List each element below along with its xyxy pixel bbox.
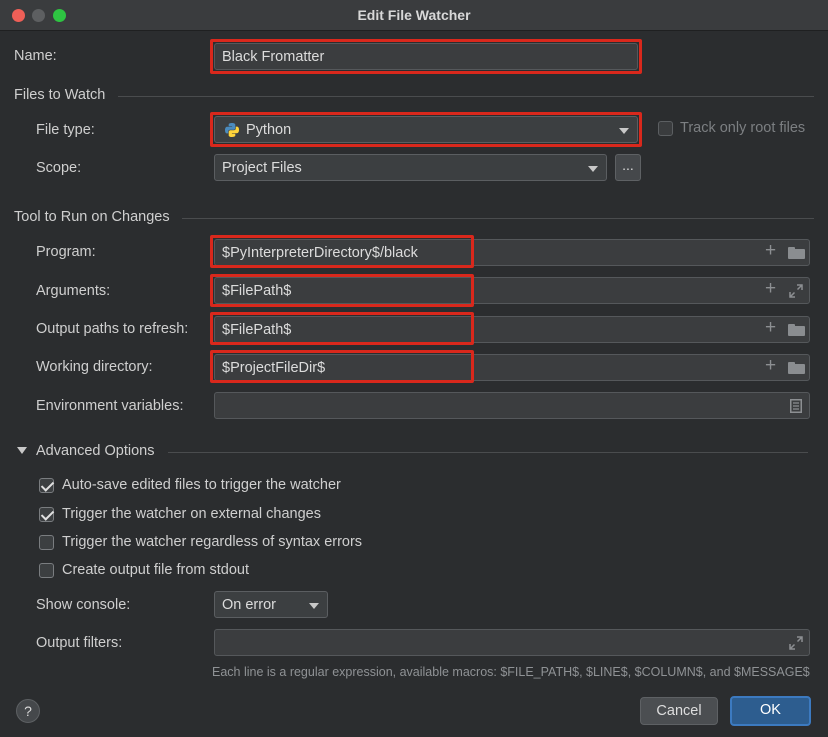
chevron-down-icon bbox=[588, 166, 598, 172]
folder-icon[interactable] bbox=[788, 362, 805, 374]
name-value: Black Fromatter bbox=[222, 49, 325, 65]
show-console-select[interactable]: On error bbox=[214, 591, 328, 618]
python-icon bbox=[224, 122, 240, 138]
external-changes-label: Trigger the watcher on external changes bbox=[62, 506, 321, 522]
files-to-watch-heading: Files to Watch bbox=[14, 87, 106, 103]
output-paths-label: Output paths to refresh: bbox=[36, 321, 189, 337]
collapse-triangle-icon[interactable] bbox=[17, 447, 27, 454]
external-changes-checkbox[interactable] bbox=[39, 507, 54, 522]
syntax-errors-label: Trigger the watcher regardless of syntax… bbox=[62, 534, 363, 550]
output-filters-field[interactable] bbox=[214, 629, 810, 656]
show-console-label: Show console: bbox=[36, 597, 131, 613]
tool-to-run-separator bbox=[182, 218, 814, 219]
scope-label: Scope: bbox=[36, 160, 82, 176]
scope-select[interactable]: Project Files bbox=[214, 154, 607, 181]
environment-variables-label: Environment variables: bbox=[36, 398, 184, 414]
working-directory-label: Working directory: bbox=[36, 359, 153, 375]
insert-macro-icon[interactable]: + bbox=[765, 318, 776, 337]
arguments-label: Arguments: bbox=[36, 283, 111, 299]
chevron-down-icon bbox=[309, 603, 319, 609]
expand-icon[interactable] bbox=[789, 636, 803, 650]
help-button[interactable]: ? bbox=[16, 699, 40, 723]
expand-icon[interactable] bbox=[789, 284, 803, 298]
insert-macro-icon[interactable]: + bbox=[765, 279, 776, 298]
advanced-options-heading[interactable]: Advanced Options bbox=[36, 443, 155, 459]
track-root-label: Track only root files bbox=[680, 120, 806, 136]
auto-save-label: Auto-save edited files to trigger the wa… bbox=[62, 477, 341, 493]
output-filters-hint: Each line is a regular expression, avail… bbox=[212, 665, 810, 679]
stdout-output-checkbox[interactable] bbox=[39, 563, 54, 578]
program-value: $PyInterpreterDirectory$/black bbox=[222, 245, 418, 261]
syntax-errors-checkbox[interactable] bbox=[39, 535, 54, 550]
file-type-select[interactable]: Python bbox=[214, 116, 638, 143]
program-field[interactable]: $PyInterpreterDirectory$/black + bbox=[214, 239, 810, 266]
document-icon[interactable] bbox=[790, 399, 802, 413]
show-console-value: On error bbox=[222, 597, 276, 613]
output-paths-value: $FilePath$ bbox=[222, 322, 292, 338]
files-to-watch-separator bbox=[118, 96, 814, 97]
insert-macro-icon[interactable]: + bbox=[765, 356, 776, 375]
output-filters-label: Output filters: bbox=[36, 635, 123, 651]
output-paths-field[interactable]: $FilePath$ + bbox=[214, 316, 810, 343]
scope-value: Project Files bbox=[222, 160, 302, 176]
folder-icon[interactable] bbox=[788, 324, 805, 336]
file-type-label: File type: bbox=[36, 122, 95, 138]
arguments-value: $FilePath$ bbox=[222, 283, 292, 299]
arguments-field[interactable]: $FilePath$ + bbox=[214, 277, 810, 304]
program-label: Program: bbox=[36, 244, 96, 260]
name-field[interactable]: Black Fromatter bbox=[214, 43, 638, 70]
auto-save-checkbox[interactable] bbox=[39, 478, 54, 493]
track-root-checkbox[interactable] bbox=[658, 121, 673, 136]
folder-icon[interactable] bbox=[788, 247, 805, 259]
working-directory-value: $ProjectFileDir$ bbox=[222, 360, 326, 376]
insert-macro-icon[interactable]: + bbox=[765, 241, 776, 260]
chevron-down-icon bbox=[619, 128, 629, 134]
tool-to-run-heading: Tool to Run on Changes bbox=[14, 209, 170, 225]
title-bar: Edit File Watcher bbox=[0, 0, 828, 31]
cancel-button[interactable]: Cancel bbox=[640, 697, 718, 725]
ok-button[interactable]: OK bbox=[730, 696, 811, 726]
advanced-options-separator bbox=[168, 452, 808, 453]
scope-browse-button[interactable]: ... bbox=[615, 154, 641, 181]
working-directory-field[interactable]: $ProjectFileDir$ + bbox=[214, 354, 810, 381]
file-type-value: Python bbox=[246, 122, 292, 138]
window-title: Edit File Watcher bbox=[357, 7, 471, 23]
name-label: Name: bbox=[14, 48, 57, 64]
environment-variables-field[interactable] bbox=[214, 392, 810, 419]
stdout-output-label: Create output file from stdout bbox=[62, 562, 249, 578]
